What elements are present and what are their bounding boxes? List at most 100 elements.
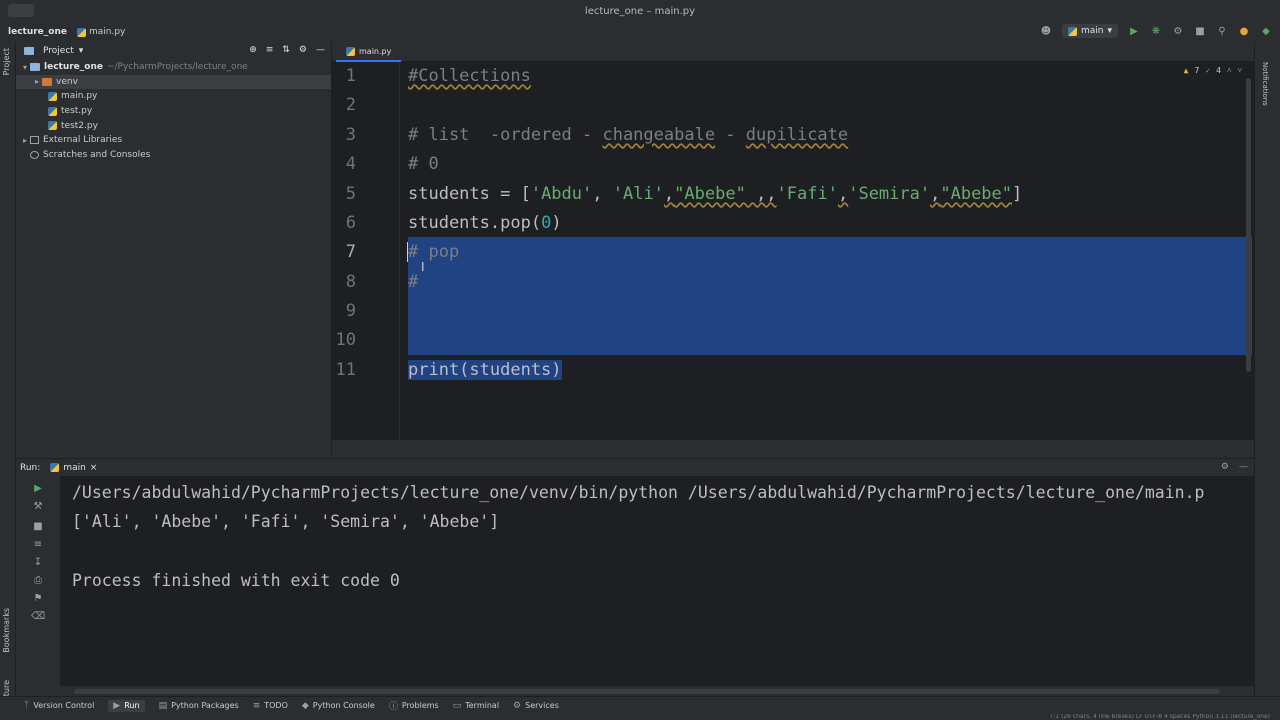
python-file-icon [48, 91, 57, 101]
line-number: 10 [335, 330, 356, 350]
coverage-icon[interactable]: ⚙ [1172, 25, 1184, 37]
tool-label: Version Control [33, 701, 95, 710]
tool-terminal[interactable]: ▭ Terminal [453, 701, 499, 711]
python-file-icon [346, 46, 355, 56]
chevron-down-icon[interactable]: ▾ [20, 63, 30, 72]
scratch-icon [30, 150, 39, 159]
chevron-up-icon[interactable]: ˄ [1227, 66, 1232, 75]
python-icon: ◆ [301, 700, 309, 711]
code-string: 'Ali' [612, 184, 664, 204]
project-panel-title[interactable]: Project [43, 46, 74, 56]
tree-item-venv[interactable]: ▸ venv [16, 74, 331, 90]
scroll-to-end-icon[interactable]: ↧ [32, 556, 44, 568]
project-panel-header: Project ▾ ⊕ ≡ ⇅ ⚙ — [16, 42, 331, 60]
tool-python-packages[interactable]: ▤ Python Packages [159, 701, 239, 711]
tool-label: Terminal [465, 701, 500, 710]
run-tab-label: main [63, 462, 86, 473]
gear-icon[interactable]: ⚙ [1221, 462, 1229, 472]
stop-icon[interactable]: ■ [32, 520, 44, 532]
tree-item-label: Scratches and Consoles [43, 149, 151, 160]
run-configuration-select[interactable]: main ▾ [1061, 24, 1118, 38]
print-icon[interactable]: ⎙ [32, 574, 44, 586]
project-tool-tab[interactable]: Project [2, 48, 11, 75]
rerun-icon[interactable]: ▶ [32, 482, 44, 494]
notifications-tool-tab[interactable]: Notifications [1261, 62, 1269, 106]
debug-icon[interactable]: ❋ [1150, 25, 1162, 37]
tool-label: Python Console [312, 701, 375, 710]
inspection-widget[interactable]: ▲ 7 ✓ 4 ˄ ˅ [1184, 66, 1242, 75]
python-icon [50, 463, 60, 472]
tree-item-external-libraries[interactable]: ▸ External Libraries [16, 133, 331, 148]
hide-icon[interactable]: — [1239, 462, 1248, 472]
run-tab-main[interactable]: main × [50, 463, 97, 473]
status-bar-info[interactable]: 7:1 (26 chars, 4 line breaks) LF UTF-8 4… [1049, 714, 1270, 720]
right-tool-strip: Notifications [1254, 42, 1280, 696]
warning-count: 7 [1194, 66, 1200, 75]
hide-icon[interactable]: — [316, 45, 325, 55]
chevron-down-icon[interactable]: ˅ [1237, 66, 1242, 75]
tree-item-label: test2.py [61, 120, 98, 131]
expand-all-icon[interactable]: ≡ [266, 45, 274, 55]
line-number: 9 [345, 301, 356, 321]
code-line-1: #Collections [408, 66, 531, 86]
title-bar: lecture_one – main.py [0, 0, 1280, 22]
tool-python-console[interactable]: ◆ Python Console [302, 701, 375, 711]
chevron-right-icon[interactable]: ▸ [20, 136, 30, 145]
editor-tab-label: main.py [359, 46, 392, 56]
tool-run[interactable]: ▶ Run [108, 699, 145, 712]
run-icon: ▶ [113, 700, 121, 711]
packages-icon: ▤ [158, 700, 168, 711]
tool-version-control[interactable]: ᛉ Version Control [24, 701, 94, 711]
code-line-8: # [408, 272, 418, 292]
code-comment-typo: dupilicate [745, 125, 849, 145]
code-text: , [930, 184, 941, 204]
tree-item-test-py[interactable]: test.py [16, 104, 331, 119]
update-icon[interactable]: ● [1238, 25, 1250, 37]
code-text: , [663, 184, 675, 204]
collapse-all-icon[interactable]: ⇅ [282, 45, 290, 55]
close-icon[interactable]: × [90, 463, 98, 473]
code-text: , [592, 184, 613, 204]
services-icon: ⚙ [513, 700, 522, 711]
search-icon[interactable]: ⚲ [1216, 25, 1228, 37]
library-icon [30, 136, 39, 145]
pin-icon[interactable]: ⚑ [32, 592, 44, 604]
breadcrumb-project[interactable]: lecture_one [8, 27, 67, 37]
chevron-down-icon[interactable]: ▾ [79, 46, 84, 56]
soft-wrap-icon[interactable]: ≡ [32, 538, 44, 550]
folder-icon [24, 47, 34, 55]
text-selection [408, 237, 1252, 355]
console-horizontal-scrollbar[interactable] [74, 689, 1220, 694]
line-number-gutter[interactable]: 1 2 3 4 5 6 7 8 9 10 11 [332, 62, 400, 440]
bookmarks-tool-tab[interactable]: Bookmarks [2, 608, 11, 653]
python-file-icon [48, 106, 57, 116]
editor-tab-main-py[interactable]: main.py [336, 42, 402, 62]
check-icon: ✓ [1205, 66, 1211, 75]
line-number: 11 [335, 360, 356, 380]
code-line-6: students.pop(0) [408, 213, 562, 233]
code-editor[interactable]: 1 2 3 4 5 6 7 8 9 10 11 ▲ 7 ✓ 4 ˄ ˅ #Col… [332, 62, 1254, 440]
tool-services[interactable]: ⚙ Services [513, 701, 559, 711]
tree-item-main-py[interactable]: main.py [16, 89, 331, 104]
window-controls[interactable] [8, 4, 34, 17]
tool-problems[interactable]: ⓘ Problems [389, 699, 439, 712]
run-console-output[interactable]: /Users/abdulwahid/PycharmProjects/lectur… [60, 476, 1254, 686]
tree-item-test2-py[interactable]: test2.py [16, 118, 331, 133]
editor-scrollbar[interactable] [1246, 78, 1251, 372]
gear-icon[interactable]: ⚙ [299, 45, 307, 55]
chevron-right-icon[interactable]: ▸ [32, 77, 42, 86]
run-panel-header: Run: main × ⚙ — [16, 458, 1254, 476]
breadcrumb-file[interactable]: main.py [76, 27, 125, 37]
trash-icon[interactable]: ⌫ [31, 610, 45, 622]
tree-item-scratches[interactable]: Scratches and Consoles [16, 148, 331, 163]
code-comment: # pop [408, 242, 460, 262]
locate-icon[interactable]: ⊕ [249, 45, 257, 55]
user-icon[interactable]: ☻ [1040, 25, 1052, 37]
tree-item-lecture-one[interactable]: ▾ lecture_one ~/PycharmProjects/lecture_… [16, 60, 331, 75]
problems-icon: ⓘ [388, 702, 398, 712]
stop-icon[interactable]: ■ [1194, 25, 1206, 37]
run-icon[interactable]: ▶ [1128, 25, 1140, 37]
tool-todo[interactable]: ≡ TODO [253, 701, 288, 711]
wrench-icon[interactable]: ⚒ [32, 500, 44, 512]
tree-item-label: test.py [61, 106, 93, 117]
